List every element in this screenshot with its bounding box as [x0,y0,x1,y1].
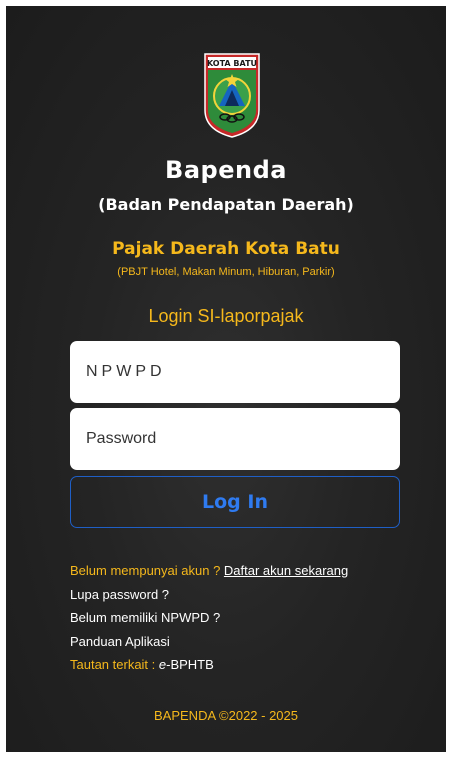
no-npwpd-link[interactable]: Belum memiliki NPWPD ? [70,606,348,630]
login-title: Login SI-laporpajak [148,306,304,326]
no-account-text: Belum mempunyai akun ? [70,563,224,578]
logo-text: KOTA BATU [207,59,257,68]
register-link[interactable]: Daftar akun sekarang [224,563,348,578]
npwpd-field-container [70,341,400,403]
login-button[interactable]: Log In [70,476,400,528]
forgot-password-link[interactable]: Lupa password ? [70,583,348,607]
kota-batu-emblem-logo: KOTA BATU [204,53,260,138]
login-panel: KOTA BATU Bapenda (Badan Pendapatan Daer… [6,6,446,752]
related-links-row: Tautan terkait : e-BPHTB [70,653,348,677]
tax-subtitle: (PBJT Hotel, Makan Minum, Hiburan, Parki… [117,266,335,278]
tax-title: Pajak Daerah Kota Batu [112,239,340,259]
app-subtitle: (Badan Pendapatan Daerah) [98,195,354,214]
footer-copyright: BAPENDA ©2022 - 2025 [154,708,298,723]
npwpd-input[interactable] [84,362,386,382]
bphtb-link[interactable]: e-BPHTB [159,657,214,672]
bphtb-suffix: -BPHTB [166,657,214,672]
app-title: Bapenda [165,156,287,184]
password-field-container [70,408,400,470]
app-guide-link[interactable]: Panduan Aplikasi [70,630,348,654]
register-row: Belum mempunyai akun ? Daftar akun sekar… [70,559,348,583]
help-links: Belum mempunyai akun ? Daftar akun sekar… [70,559,348,677]
related-label: Tautan terkait : [70,657,159,672]
password-input[interactable] [84,429,386,449]
